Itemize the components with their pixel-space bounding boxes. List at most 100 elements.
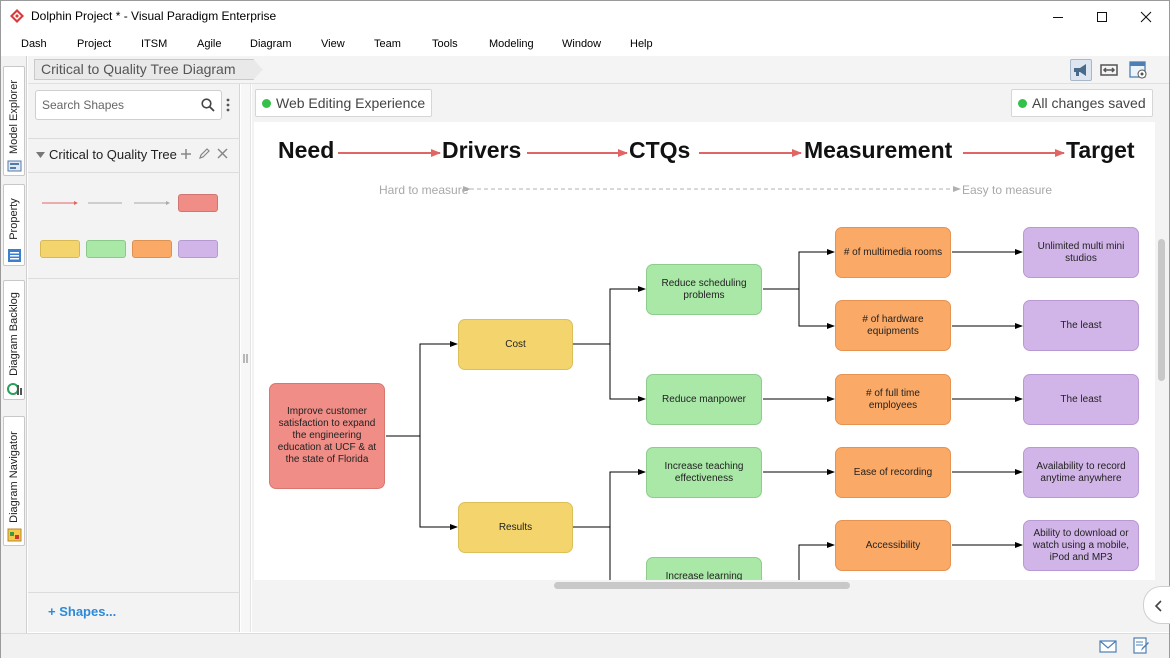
visual-paradigm-logo-icon [10, 9, 24, 23]
breadcrumb-bar: Critical to Quality Tree Diagram [28, 56, 1169, 84]
header-drivers[interactable]: Drivers [442, 137, 521, 164]
stencil-title[interactable]: Critical to Quality Tree [49, 147, 177, 162]
app-window: Dolphin Project * - Visual Paradigm Ente… [0, 0, 1170, 658]
ctq-node[interactable]: Reduce scheduling problems [646, 264, 762, 315]
shapes-link[interactable]: + Shapes... [48, 604, 116, 619]
property-icon [8, 249, 21, 262]
shape-target[interactable] [178, 240, 218, 258]
target-node[interactable]: Unlimited multi mini studios [1023, 227, 1139, 278]
menu-tools[interactable]: Tools [432, 38, 458, 50]
status-dot [262, 99, 271, 108]
edit-icon[interactable] [198, 148, 210, 160]
tab-diagram-backlog[interactable]: Diagram Backlog [3, 280, 25, 400]
target-node[interactable]: The least [1023, 374, 1139, 425]
menu-agile[interactable]: Agile [197, 38, 221, 50]
breadcrumb[interactable]: Critical to Quality Tree Diagram [34, 59, 263, 80]
megaphone-icon [1074, 64, 1086, 76]
search-icon[interactable] [201, 98, 215, 112]
menu-modeling[interactable]: Modeling [489, 38, 534, 50]
vertical-scrollbar[interactable] [1158, 239, 1165, 381]
diagram-settings-icon [1129, 61, 1147, 79]
target-node[interactable]: Availability to record anytime anywhere [1023, 447, 1139, 498]
chevron-left-icon [1154, 600, 1162, 612]
header-ctqs[interactable]: CTQs [629, 137, 690, 164]
title-bar: Dolphin Project * - Visual Paradigm Ente… [1, 1, 1169, 32]
tab-property[interactable]: Property [3, 184, 25, 266]
diagram-navigator-icon [7, 528, 22, 542]
measurement-node[interactable]: # of multimedia rooms [835, 227, 951, 278]
shape-driver[interactable] [40, 240, 80, 258]
panel-divider [28, 592, 240, 593]
header-target[interactable]: Target [1066, 137, 1135, 164]
announce-button[interactable] [1070, 59, 1092, 81]
drag-handle-icon[interactable] [243, 354, 248, 363]
measurement-node[interactable]: Accessibility [835, 520, 951, 571]
easy-to-measure-label[interactable]: Easy to measure [962, 183, 1052, 197]
search-shapes-input[interactable] [36, 91, 196, 119]
add-icon[interactable] [180, 148, 192, 160]
fit-to-window-icon [1100, 64, 1118, 76]
tab-model-explorer[interactable]: Model Explorer [3, 66, 25, 176]
status-bar [1, 633, 1169, 658]
model-explorer-icon [7, 160, 22, 172]
menu-diagram[interactable]: Diagram [250, 38, 292, 50]
ctq-node[interactable]: Increase learning [646, 557, 762, 580]
shape-arrow-red[interactable] [40, 197, 80, 209]
tab-diagram-navigator[interactable]: Diagram Navigator [3, 416, 25, 546]
collapse-panel-button[interactable] [1143, 586, 1170, 624]
diagram-canvas[interactable]: Web Editing Experience All changes saved [252, 84, 1170, 632]
need-node[interactable]: Improve customer satisfaction to expand … [269, 383, 385, 489]
panel-splitter[interactable] [241, 84, 251, 632]
target-node[interactable]: The least [1023, 300, 1139, 351]
web-editing-status: Web Editing Experience [255, 89, 433, 117]
tab-property-label: Property [8, 198, 20, 240]
shape-line-gray[interactable] [132, 197, 172, 209]
target-node[interactable]: Ability to download or watch using a mob… [1023, 520, 1139, 571]
close-icon[interactable] [217, 148, 228, 159]
shape-measurement[interactable] [132, 240, 172, 258]
window-title: Dolphin Project * - Visual Paradigm Ente… [31, 9, 277, 23]
maximize-button[interactable] [1079, 1, 1125, 32]
side-tab-strip: Model Explorer Property Diagram Backlog … [1, 56, 27, 636]
mail-icon[interactable] [1099, 640, 1117, 653]
measurement-node[interactable]: Ease of recording [835, 447, 951, 498]
horizontal-scrollbar[interactable] [554, 582, 850, 589]
panel-divider [28, 172, 240, 173]
shape-need[interactable] [178, 194, 218, 212]
minimize-button[interactable] [1035, 1, 1081, 32]
status-dot [1018, 99, 1027, 108]
save-status-label: All changes saved [1032, 95, 1146, 111]
panel-divider [28, 138, 240, 139]
driver-node[interactable]: Results [458, 502, 573, 553]
menu-help[interactable]: Help [630, 38, 653, 50]
menu-project[interactable]: Project [77, 38, 111, 50]
menu-dash[interactable]: Dash [21, 38, 47, 50]
header-measurement[interactable]: Measurement [804, 137, 952, 164]
document-edit-icon[interactable] [1133, 637, 1149, 655]
tab-diagram-backlog-label: Diagram Backlog [8, 292, 20, 376]
shape-ctq[interactable] [86, 240, 126, 258]
diagram-settings-button[interactable] [1127, 59, 1149, 81]
header-need[interactable]: Need [278, 137, 334, 164]
menu-itsm[interactable]: ITSM [141, 38, 167, 50]
chevron-down-icon[interactable] [36, 152, 45, 158]
shapes-panel: Critical to Quality Tree + Shapes... [28, 84, 240, 632]
driver-node[interactable]: Cost [458, 319, 573, 370]
fit-diagram-button[interactable] [1098, 59, 1120, 81]
diagram-sheet[interactable]: Need Drivers CTQs Measurement Target Har… [254, 122, 1155, 580]
hard-to-measure-label[interactable]: Hard to measure [379, 183, 468, 197]
shape-line-gray[interactable] [86, 197, 126, 209]
search-box [35, 90, 222, 120]
diagram-backlog-icon [7, 383, 22, 395]
ctq-node[interactable]: Reduce manpower [646, 374, 762, 425]
more-options-icon[interactable] [226, 97, 230, 113]
menu-team[interactable]: Team [374, 38, 401, 50]
menu-view[interactable]: View [321, 38, 345, 50]
measurement-node[interactable]: # of full time employees [835, 374, 951, 425]
ctq-node[interactable]: Increase teaching effectiveness [646, 447, 762, 498]
close-icon [1140, 11, 1152, 22]
measurement-node[interactable]: # of hardware equipments [835, 300, 951, 351]
menu-window[interactable]: Window [562, 38, 601, 50]
menu-bar: Dash Project ITSM Agile Diagram View Tea… [1, 34, 1169, 56]
close-button[interactable] [1123, 1, 1169, 32]
